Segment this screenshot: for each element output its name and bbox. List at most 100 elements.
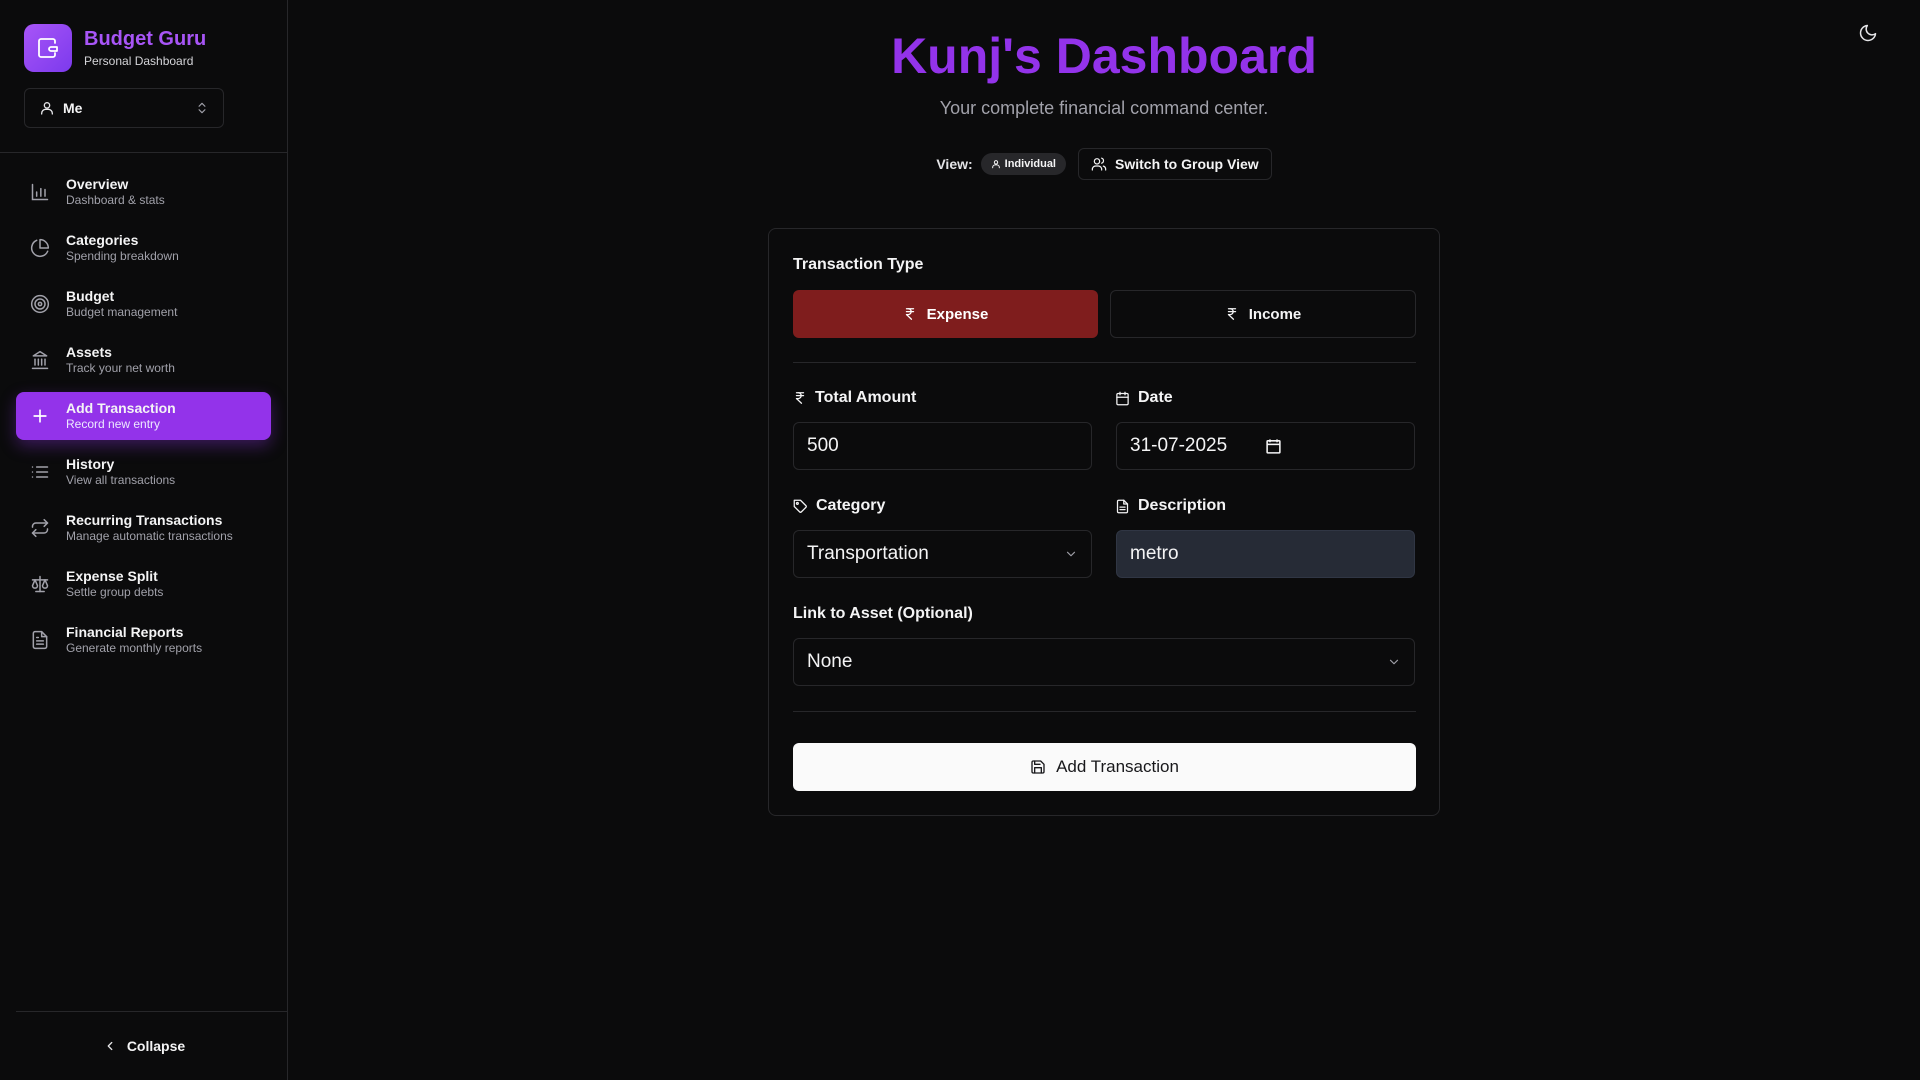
rupee-icon — [903, 307, 927, 321]
calendar-icon — [1115, 391, 1138, 406]
app-subtitle: Personal Dashboard — [84, 54, 194, 68]
date-label-text: Date — [1138, 389, 1173, 406]
add-transaction-form: Transaction Type Expense Income Total Am… — [768, 228, 1440, 816]
category-select[interactable]: Transportation — [793, 530, 1092, 578]
date-label: Date — [1115, 389, 1173, 407]
add-transaction-button[interactable]: Add Transaction — [793, 743, 1416, 791]
date-input[interactable]: 31-07-2025 — [1116, 422, 1415, 470]
wallet-icon — [24, 24, 72, 72]
income-label: Income — [1248, 305, 1302, 323]
expense-type-button[interactable]: Expense — [793, 290, 1098, 338]
sidebar-item-history[interactable]: History View all transactions — [16, 448, 271, 496]
sidebar-item-subtitle: Manage automatic transactions — [66, 529, 233, 543]
sidebar-item-title: History — [66, 456, 115, 472]
sidebar-item-title: Expense Split — [66, 568, 158, 584]
category-label-text: Category — [816, 497, 886, 514]
view-switcher: View: Individual Switch to Group View — [288, 148, 1920, 180]
view-label: View: — [936, 156, 973, 172]
users-icon — [1091, 156, 1115, 172]
sidebar-item-categories[interactable]: Categories Spending breakdown — [16, 224, 271, 272]
brand: Budget Guru Personal Dashboard — [24, 24, 206, 72]
asset-link-select-value: None — [807, 651, 853, 672]
amount-label-text: Total Amount — [815, 389, 917, 406]
sidebar-item-expense-split[interactable]: Expense Split Settle group debts — [16, 560, 271, 608]
repeat-icon — [30, 518, 50, 538]
sidebar: Budget Guru Personal Dashboard Me Overvi… — [0, 0, 288, 1080]
sidebar-item-assets[interactable]: Assets Track your net worth — [16, 336, 271, 384]
bank-icon — [30, 350, 50, 370]
chevrons-up-down-icon — [195, 101, 209, 115]
asset-link-label-text: Link to Asset (Optional) — [793, 605, 973, 622]
sidebar-item-title: Recurring Transactions — [66, 512, 223, 528]
switch-group-view-label: Switch to Group View — [1115, 156, 1259, 172]
page-subtitle: Your complete financial command center. — [939, 98, 1269, 118]
rupee-icon — [1225, 307, 1249, 321]
sidebar-item-recurring-transactions[interactable]: Recurring Transactions Manage automatic … — [16, 504, 271, 552]
pie-chart-icon — [30, 238, 50, 258]
asset-link-select[interactable]: None — [793, 638, 1415, 686]
file-text-icon — [1115, 499, 1138, 514]
sidebar-item-subtitle: View all transactions — [66, 473, 176, 487]
rupee-icon — [793, 391, 815, 405]
category-select-value: Transportation — [807, 543, 929, 564]
profile-select-value: Me — [63, 100, 83, 116]
calendar-picker-icon[interactable] — [1265, 438, 1282, 455]
collapse-divider — [16, 1011, 288, 1012]
transaction-type-label: Transaction Type — [793, 256, 923, 274]
user-icon — [991, 159, 1005, 169]
description-input[interactable]: metro — [1116, 530, 1415, 578]
app-name: Budget Guru — [84, 28, 207, 50]
amount-input[interactable]: 500 — [793, 422, 1092, 470]
amount-input-value: 500 — [807, 435, 839, 456]
user-icon — [39, 100, 55, 116]
date-input-value: 31-07-2025 — [1130, 435, 1228, 456]
card-divider — [793, 362, 1416, 363]
page-title: Kunj's Dashboard — [891, 28, 1317, 84]
description-label-text: Description — [1138, 497, 1227, 514]
sidebar-item-overview[interactable]: Overview Dashboard & stats — [16, 168, 271, 216]
sidebar-nav: Overview Dashboard & stats Categories Sp… — [16, 168, 271, 672]
income-type-button[interactable]: Income — [1110, 290, 1416, 338]
sidebar-item-title: Categories — [66, 232, 139, 248]
view-badge: Individual — [980, 153, 1066, 175]
view-badge-label: Individual — [1004, 158, 1056, 170]
save-icon — [1030, 759, 1056, 775]
chevron-down-icon — [1387, 655, 1401, 669]
plus-icon — [30, 406, 50, 426]
add-transaction-button-label: Add Transaction — [1056, 757, 1179, 776]
card-divider — [793, 711, 1416, 712]
chevron-left-icon — [103, 1039, 117, 1053]
sidebar-item-subtitle: Generate monthly reports — [66, 641, 203, 655]
sidebar-item-subtitle: Settle group debts — [66, 585, 164, 599]
transaction-type-label-text: Transaction Type — [793, 256, 924, 273]
sidebar-item-title: Assets — [66, 344, 112, 360]
target-icon — [30, 294, 50, 314]
switch-group-view-button[interactable]: Switch to Group View — [1078, 148, 1272, 180]
scale-icon — [30, 574, 50, 594]
list-icon — [30, 462, 50, 482]
sidebar-item-financial-reports[interactable]: Financial Reports Generate monthly repor… — [16, 616, 271, 664]
profile-select[interactable]: Me — [24, 88, 224, 128]
sidebar-item-title: Overview — [66, 176, 129, 192]
sidebar-item-title: Add Transaction — [66, 400, 176, 416]
description-input-value: metro — [1130, 543, 1179, 564]
bar-chart-icon — [30, 182, 50, 202]
sidebar-divider — [0, 152, 288, 153]
category-label: Category — [793, 497, 885, 515]
sidebar-item-title: Budget — [66, 288, 115, 304]
chevron-down-icon — [1064, 547, 1078, 561]
sidebar-item-title: Financial Reports — [66, 624, 184, 640]
amount-label: Total Amount — [793, 389, 916, 407]
file-text-icon — [30, 630, 50, 650]
collapse-button[interactable]: Collapse — [0, 1028, 288, 1064]
collapse-label: Collapse — [126, 1038, 186, 1054]
expense-label: Expense — [926, 305, 989, 323]
sidebar-item-subtitle: Budget management — [66, 305, 178, 319]
description-label: Description — [1115, 497, 1226, 515]
sidebar-item-subtitle: Record new entry — [66, 417, 161, 431]
sidebar-item-subtitle: Dashboard & stats — [66, 193, 165, 207]
sidebar-item-budget[interactable]: Budget Budget management — [16, 280, 271, 328]
asset-link-label: Link to Asset (Optional) — [793, 605, 973, 623]
tag-icon — [793, 499, 816, 514]
sidebar-item-add-transaction[interactable]: Add Transaction Record new entry — [16, 392, 271, 440]
